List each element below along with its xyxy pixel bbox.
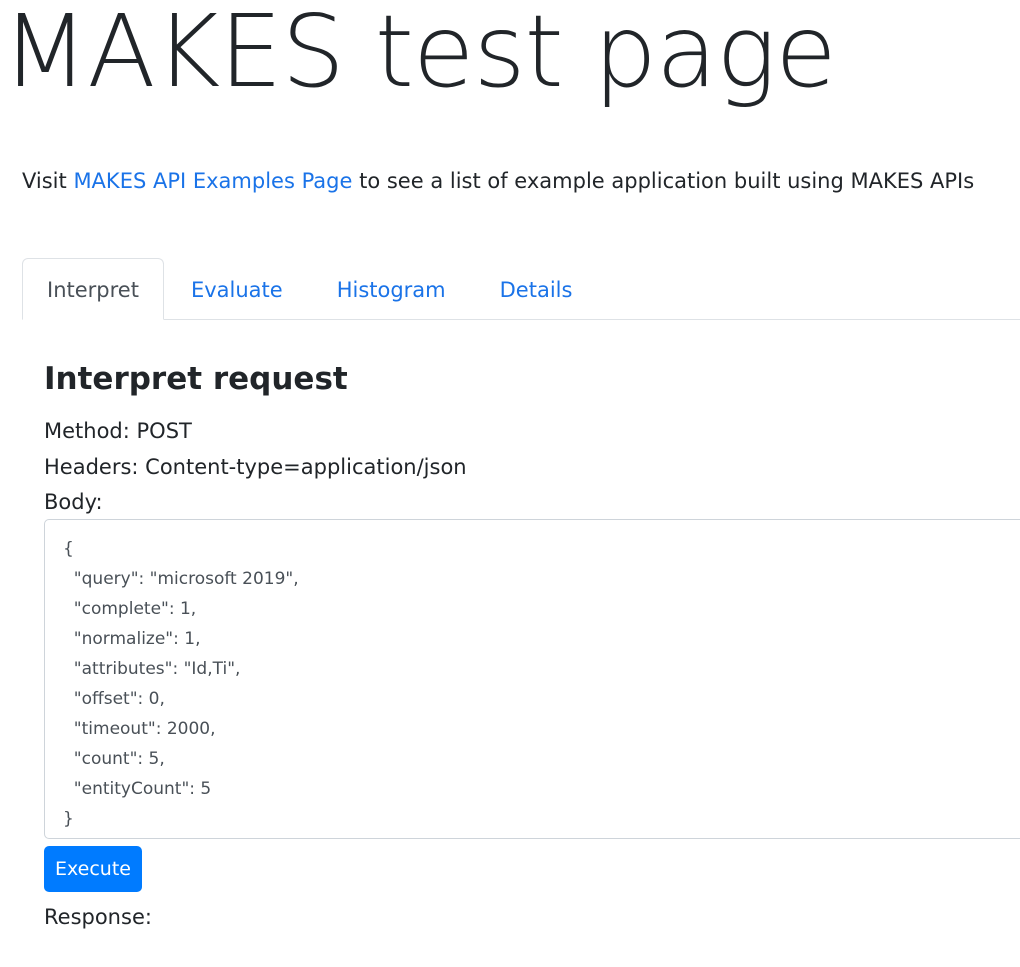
tab-details[interactable]: Details [473, 258, 600, 320]
body-label: Body: [44, 490, 103, 514]
response-label: Response: [44, 905, 152, 929]
page-title: MAKES test page [2, 0, 837, 110]
tab-bar: Interpret Evaluate Histogram Details [22, 257, 1020, 320]
method-line: Method: POST [44, 419, 192, 443]
examples-page-link[interactable]: MAKES API Examples Page [73, 169, 352, 193]
tab-interpret[interactable]: Interpret [22, 258, 164, 320]
intro-prefix: Visit [22, 169, 74, 193]
tab-evaluate[interactable]: Evaluate [164, 258, 310, 320]
page: MAKES test page Visit MAKES API Examples… [0, 0, 1020, 967]
request-body-editor[interactable] [44, 519, 1020, 839]
headers-line: Headers: Content-type=application/json [44, 455, 467, 479]
intro-suffix: to see a list of example application bui… [352, 169, 975, 193]
intro-text: Visit MAKES API Examples Page to see a l… [22, 166, 974, 196]
section-heading: Interpret request [44, 361, 348, 397]
tab-histogram[interactable]: Histogram [310, 258, 473, 320]
execute-button[interactable]: Execute [44, 846, 142, 892]
